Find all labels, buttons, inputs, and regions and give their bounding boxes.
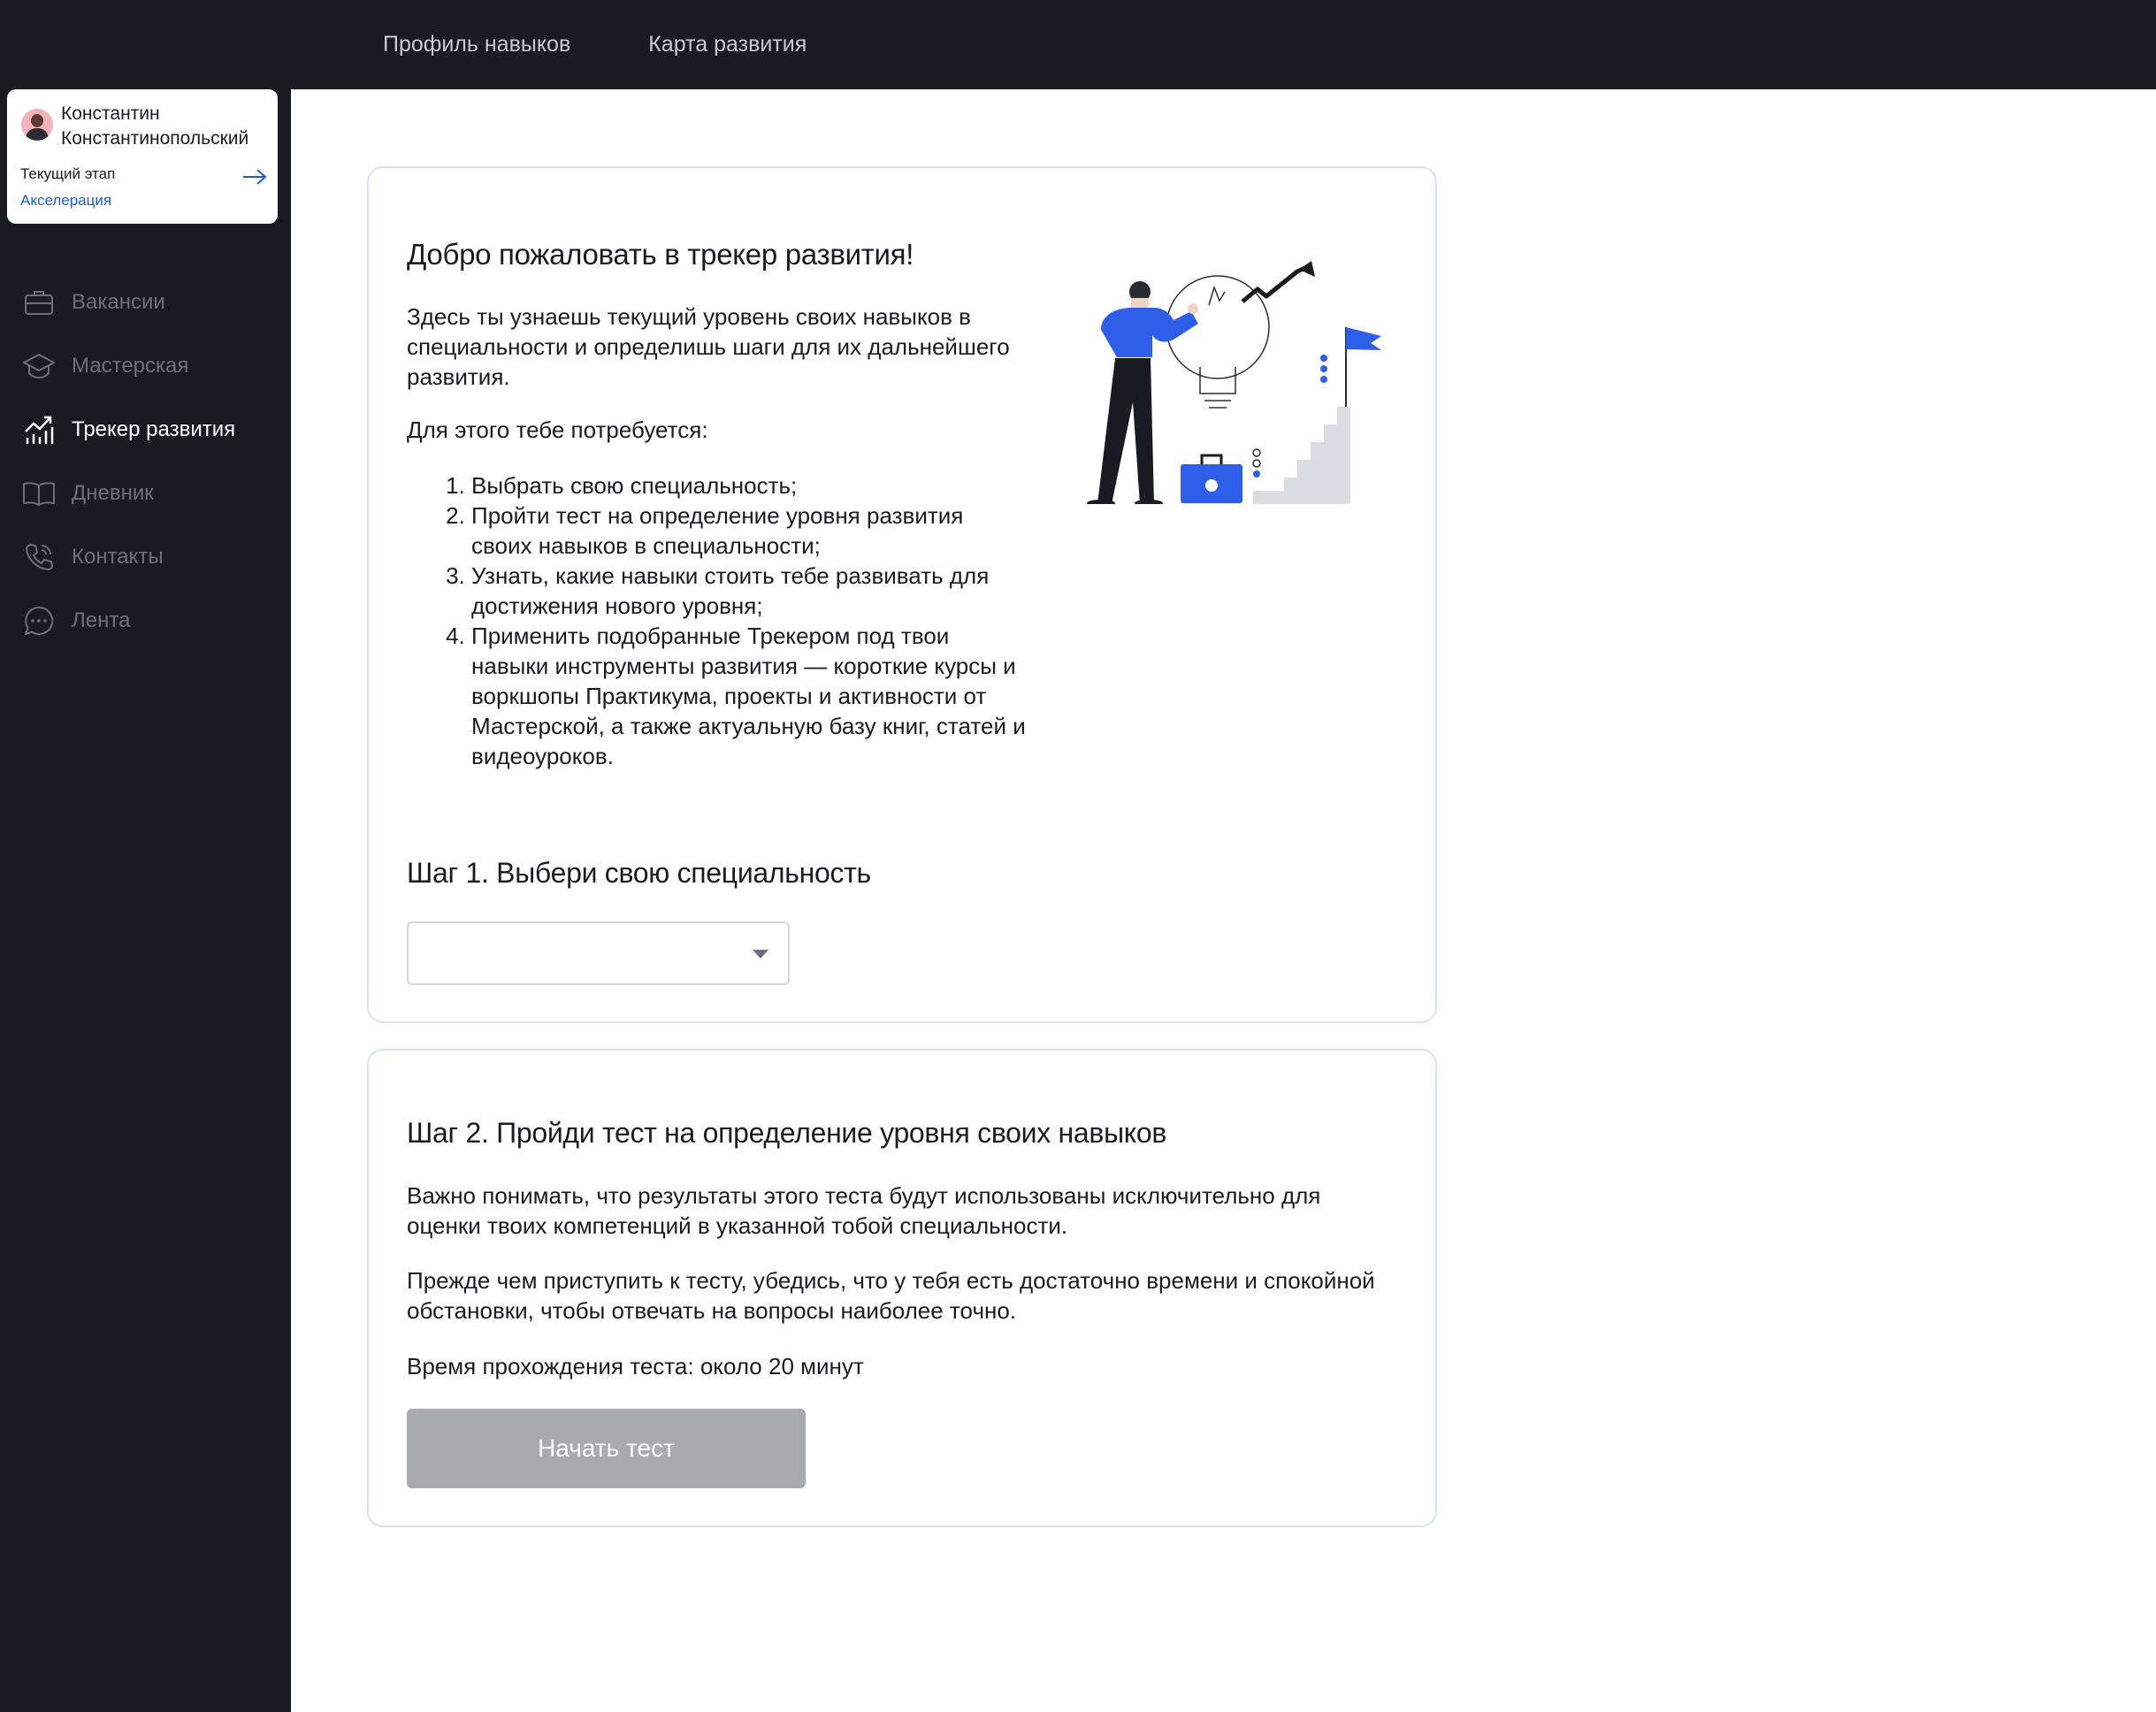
sidebar-menu: Вакансии Мастерская Трекер развития Днев… <box>0 271 291 653</box>
start-test-button[interactable]: Начать тест <box>407 1409 806 1488</box>
test-description: Важно понимать, что результаты этого тес… <box>407 1182 1321 1239</box>
sidebar: Константин Константинопольский Текущий э… <box>0 89 291 1712</box>
chevron-down-icon <box>753 950 768 959</box>
sidebar-item-feed[interactable]: Лента <box>0 589 291 653</box>
steps-list: Выбрать свою специальность; Пройти тест … <box>407 470 1026 771</box>
sidebar-item-label: Вакансии <box>72 290 165 314</box>
graduation-cap-icon <box>22 349 56 383</box>
top-nav: Профиль навыков Карта развития <box>383 0 884 89</box>
growth-illustration <box>1087 261 1381 504</box>
sidebar-item-label: Лента <box>72 608 131 632</box>
list-item: Применить подобранные Трекером под твои … <box>471 621 1026 771</box>
user-name: Константин Константинопольский <box>61 103 249 149</box>
sidebar-item-workshop[interactable]: Мастерская <box>0 334 291 398</box>
list-item: Узнать, какие навыки стоить тебе развива… <box>471 561 1026 621</box>
current-stage-label: Текущий этап <box>20 165 116 182</box>
phone-icon <box>22 540 56 574</box>
step1-title: Шаг 1. Выбери свою специальность <box>407 857 871 889</box>
welcome-intro: Здесь ты узнаешь текущий уровень своих н… <box>407 303 1010 390</box>
specialty-select[interactable] <box>407 921 790 985</box>
current-stage-link[interactable]: Акселерация <box>20 192 111 210</box>
sidebar-item-label: Мастерская <box>72 354 189 378</box>
book-icon <box>22 477 56 510</box>
sidebar-item-development-tracker[interactable]: Трекер развития <box>0 398 291 462</box>
welcome-title: Добро пожаловать в трекер развития! <box>407 238 914 271</box>
sidebar-item-diary[interactable]: Дневник <box>0 462 291 525</box>
avatar <box>21 109 53 141</box>
sidebar-item-contacts[interactable]: Контакты <box>0 525 291 589</box>
list-item: Пройти тест на определение уровня развит… <box>471 501 1026 561</box>
sidebar-item-label: Дневник <box>72 481 154 505</box>
sidebar-item-label: Трекер развития <box>72 417 236 441</box>
step2-title: Шаг 2. Пройди тест на определение уровня… <box>407 1117 1167 1149</box>
arrow-right-icon[interactable] <box>241 167 268 187</box>
sidebar-item-label: Контакты <box>72 545 164 569</box>
test-duration: Время прохождения теста: около 20 минут <box>407 1353 864 1380</box>
user-card[interactable]: Константин Константинопольский Текущий э… <box>7 89 278 224</box>
test-card: Шаг 2. Пройди тест на определение уровня… <box>367 1049 1437 1527</box>
chat-icon <box>22 604 56 638</box>
welcome-card: Добро пожаловать в трекер развития! Здес… <box>367 166 1437 1023</box>
welcome-need-label: Для этого тебе потребуется: <box>407 417 708 443</box>
briefcase-icon <box>22 286 56 319</box>
top-bar: Профиль навыков Карта развития <box>0 0 2156 89</box>
list-item: Выбрать свою специальность; <box>471 470 1026 501</box>
test-prepare-note: Прежде чем приступить к тесту, убедись, … <box>407 1267 1375 1324</box>
topnav-skills-profile[interactable]: Профиль навыков <box>383 32 570 57</box>
growth-chart-icon <box>22 413 56 447</box>
sidebar-item-vacancies[interactable]: Вакансии <box>0 271 291 334</box>
topnav-development-map[interactable]: Карта развития <box>648 32 807 57</box>
